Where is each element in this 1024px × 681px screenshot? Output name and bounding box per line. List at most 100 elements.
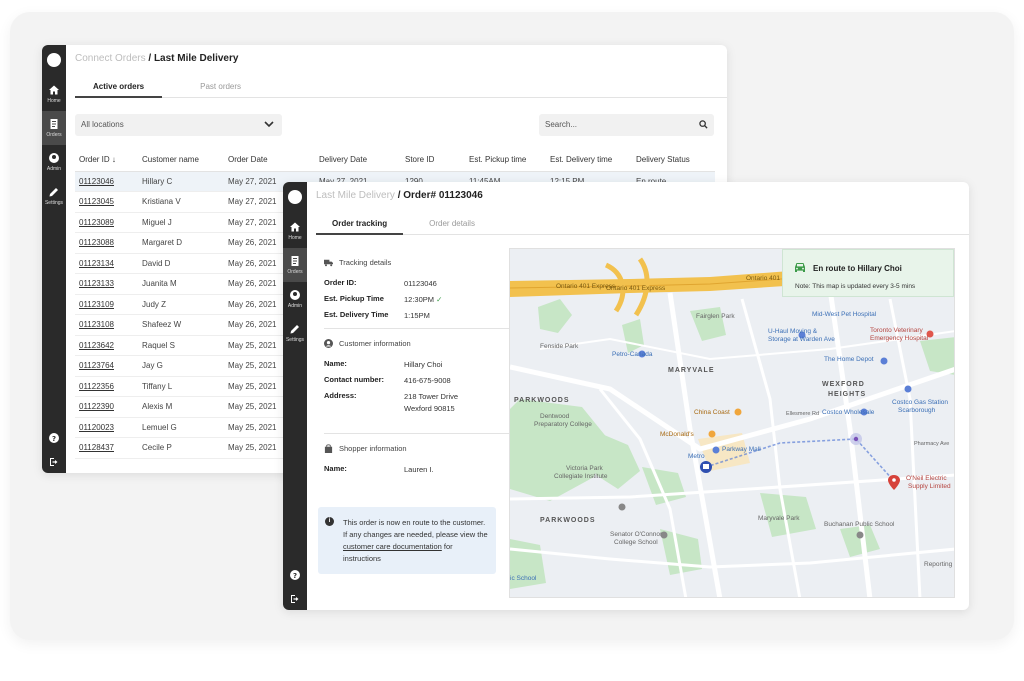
divider	[324, 328, 512, 329]
rail-bottom: ?	[42, 433, 66, 467]
tab-order-details[interactable]: Order details	[403, 213, 493, 235]
customer-name: Lemuel G	[138, 417, 224, 438]
rail-item-settings[interactable]: Settings	[42, 179, 66, 213]
en-route-notice: i This order is now en route to the cust…	[318, 507, 496, 574]
customer-name: Kristiana V	[138, 191, 224, 213]
order-id-link[interactable]: 01122356	[75, 376, 138, 397]
address-line-2: Wexford 90815	[404, 404, 455, 413]
home-icon	[290, 222, 300, 231]
order-id-link[interactable]: 01123133	[75, 273, 138, 295]
order-id-link[interactable]: 01123088	[75, 232, 138, 254]
col-delivery-date[interactable]: Delivery Date	[315, 149, 401, 172]
rail-item-settings[interactable]: Settings	[283, 316, 307, 350]
col-order-id[interactable]: Order ID ↓	[75, 149, 138, 172]
order-id-link[interactable]: 01120023	[75, 417, 138, 438]
customer-name: Judy Z	[138, 294, 224, 315]
search-placeholder: Search...	[545, 120, 578, 129]
receipt-icon	[50, 118, 58, 129]
table-header-row: Order ID ↓ Customer name Order Date Deli…	[75, 149, 715, 172]
tracking-map[interactable]: Ontario 401 Express Ontario 401 Express …	[509, 248, 955, 598]
order-id-link[interactable]: 01122390	[75, 396, 138, 418]
detail-content: Last Mile Delivery / Order# 01123046 Ord…	[307, 182, 969, 610]
tab-order-tracking[interactable]: Order tracking	[316, 213, 404, 235]
admin-icon	[49, 152, 59, 163]
order-id-link[interactable]: 01123089	[75, 212, 138, 233]
rail-item-label: Admin	[46, 165, 62, 172]
rail-item-admin[interactable]: Admin	[42, 145, 66, 179]
map-label: Petro-Canada	[612, 351, 653, 358]
chevron-down-icon	[264, 121, 274, 128]
user-circle-icon	[324, 339, 333, 348]
map-label: Fairglen Park	[696, 313, 735, 320]
order-id-link[interactable]: 01128437	[75, 437, 138, 459]
tab-past-orders[interactable]: Past orders	[162, 76, 259, 98]
help-icon[interactable]: ?	[290, 570, 300, 580]
rail-item-orders[interactable]: Orders	[42, 111, 66, 145]
customer-name: Raquel S	[138, 335, 224, 356]
customer-name: Margaret D	[138, 232, 224, 254]
breadcrumb: Connect Orders / Last Mile Delivery	[75, 53, 238, 64]
customer-name: Tiffany L	[138, 376, 224, 397]
pencil-icon	[290, 324, 299, 333]
rail-item-home[interactable]: Home	[42, 77, 66, 111]
customer-care-link[interactable]: customer care documentation	[343, 542, 442, 551]
customer-section-title: Customer information	[324, 339, 411, 348]
delivery-time-value: 1:15PM	[404, 311, 430, 320]
map-label: Pharmacy Ave	[914, 441, 950, 447]
location-select-value: All locations	[81, 120, 124, 129]
order-id-link[interactable]: 01123642	[75, 335, 138, 356]
rail-item-home[interactable]: Home	[283, 214, 307, 248]
app-logo[interactable]	[47, 53, 61, 67]
col-delivery-time[interactable]: Est. Delivery time	[546, 149, 632, 172]
map-label: Toronto Veterinary	[870, 327, 923, 334]
tracking-section-title: Tracking details	[324, 258, 391, 267]
route-card-subtitle: Note: This map is updated every 3-5 mins	[795, 283, 916, 290]
customer-name: Shafeez W	[138, 314, 224, 336]
rail-item-label: Settings	[44, 199, 64, 206]
map-label: Maryvale Park	[758, 515, 800, 522]
breadcrumb-parent[interactable]: Connect Orders	[75, 53, 146, 64]
breadcrumb-current: Last Mile Delivery	[153, 53, 239, 64]
nav-rail: Home Orders Admin Settings ?	[42, 45, 66, 473]
col-store-id[interactable]: Store ID	[401, 149, 465, 172]
order-id-link[interactable]: 01123045	[75, 191, 138, 213]
shopper-name-value: Lauren I.	[404, 465, 434, 474]
map-label: WEXFORD	[822, 381, 865, 388]
customer-name: Cecile P	[138, 437, 224, 459]
col-customer-name[interactable]: Customer name	[138, 149, 224, 172]
route-card-title: En route to Hillary Choi	[813, 264, 902, 273]
info-icon: i	[325, 517, 334, 526]
breadcrumb-parent[interactable]: Last Mile Delivery	[316, 190, 395, 201]
logout-icon[interactable]	[290, 594, 300, 604]
order-id-link[interactable]: 01123764	[75, 355, 138, 377]
app-logo[interactable]	[288, 190, 302, 204]
order-id-link[interactable]: 01123134	[75, 253, 138, 274]
map-label: Senator O'Connor	[610, 531, 663, 538]
col-delivery-status[interactable]: Delivery Status	[632, 149, 715, 172]
rail-item-label: Home	[47, 97, 61, 104]
help-icon[interactable]: ?	[49, 433, 59, 443]
logout-icon[interactable]	[49, 457, 59, 467]
order-id-link[interactable]: 01123109	[75, 294, 138, 315]
tab-active-orders[interactable]: Active orders	[75, 76, 163, 98]
map-label: HEIGHTS	[828, 391, 867, 398]
rail-item-label: Orders	[46, 131, 62, 138]
col-pickup-time[interactable]: Est. Pickup time	[465, 149, 546, 172]
map-label: Victoria Park	[566, 465, 603, 472]
order-id-link[interactable]: 01123046	[75, 171, 138, 192]
col-order-date[interactable]: Order Date	[224, 149, 315, 172]
order-id-link[interactable]: 01123108	[75, 314, 138, 336]
map-label: McDonald's	[660, 431, 694, 438]
svg-text:?: ?	[52, 435, 56, 443]
order-id-value: 01123046	[404, 279, 437, 288]
search-input[interactable]: Search...	[539, 114, 714, 136]
customer-name: David D	[138, 253, 224, 274]
rail-item-label: Home	[288, 234, 302, 241]
location-select[interactable]: All locations	[75, 114, 282, 136]
map-label: Reporting	[924, 561, 953, 568]
map-label: Costco Wholesale	[822, 409, 875, 416]
rail-item-orders[interactable]: Orders	[283, 248, 307, 282]
rail-item-label: Orders	[287, 268, 303, 275]
rail-item-admin[interactable]: Admin	[283, 282, 307, 316]
map-label: Metro	[688, 453, 705, 460]
